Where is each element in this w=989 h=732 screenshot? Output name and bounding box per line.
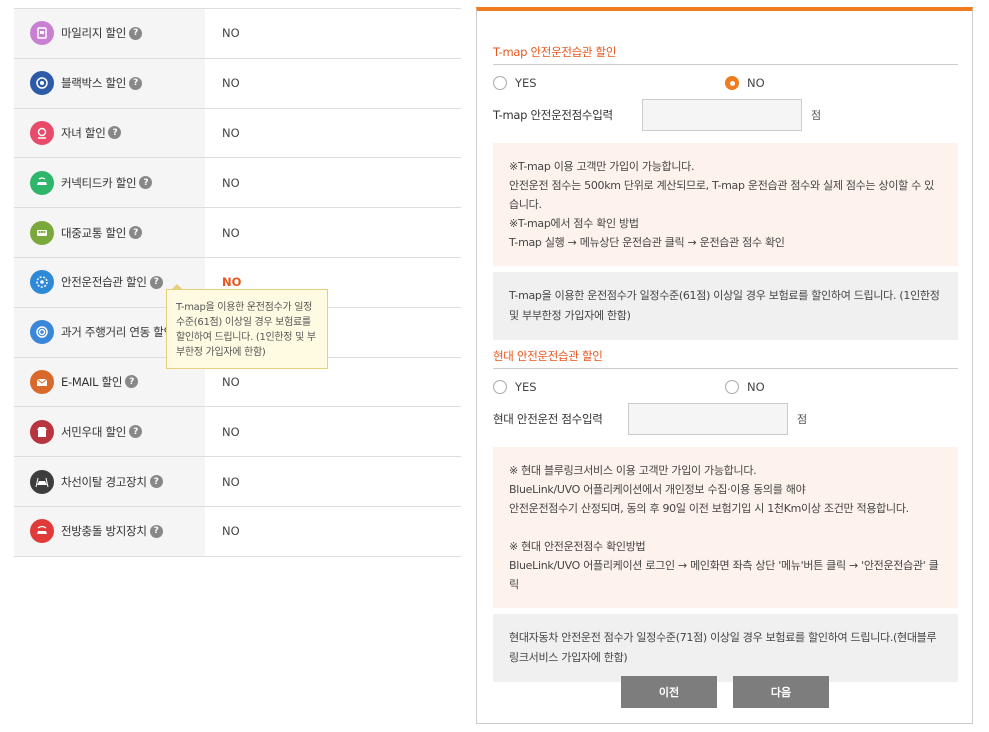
discount-value: NO (222, 26, 240, 41)
notice-line: BlueLink/UVO 어플리케이션에서 개인정보 수집·이용 동의를 해야 (509, 483, 806, 496)
discount-label: E-MAIL 할인 (61, 374, 123, 389)
discount-label: 블랙박스 할인 (61, 76, 127, 91)
collision-icon (30, 519, 54, 544)
notice-line: 안전운전점수기 산정되며, 동의 후 90일 이전 보험기입 시 1천Km이상 … (509, 502, 909, 515)
help-icon[interactable]: ? (125, 375, 139, 389)
hyundai-section-title: 현대 안전운전습관 할인 (493, 348, 958, 369)
hyundai-no-radio[interactable] (725, 380, 739, 394)
next-button[interactable]: 다음 (733, 676, 829, 708)
notice-line: ※T-map 이용 고객만 가입이 가능합니다. (509, 160, 695, 173)
discount-label-cell: 마일리지 할인? (14, 9, 205, 58)
safe-driving-icon (30, 270, 54, 295)
prev-button[interactable]: 이전 (621, 676, 717, 708)
discount-row: 서민우대 할인? NO (14, 407, 461, 458)
discount-label: 전방충돌 방지장치 (61, 524, 147, 539)
mileage-icon (30, 21, 54, 46)
tmap-score-row: T-map 안전운전점수입력 점 (493, 99, 821, 131)
discount-value: NO (222, 175, 240, 190)
discount-row: 블랙박스 할인? NO (14, 58, 461, 109)
tmap-score-unit: 점 (811, 109, 822, 122)
notice-line: 안전운전 점수는 500km 단위로 계산되므로, T-map 운전습관 점수와… (509, 179, 934, 211)
discount-value: NO (222, 225, 240, 240)
tmap-yes-option[interactable]: YES (493, 76, 537, 90)
discount-row: 전방충돌 방지장치? NO (14, 506, 461, 557)
notice-line: T-map 실행 → 메뉴상단 운전습관 클릭 → 운전습관 점수 확인 (509, 236, 785, 249)
blackbox-icon (30, 71, 54, 96)
hyundai-no-label: NO (747, 380, 765, 394)
discount-label-cell: 서민우대 할인? (14, 407, 205, 457)
discount-label-cell: 블랙박스 할인? (14, 58, 205, 108)
discount-row: 커넥티드카 할인? NO (14, 158, 461, 209)
notice-line (509, 518, 942, 537)
discount-label: 서민우대 할인 (61, 424, 127, 439)
help-icon[interactable]: ? (129, 26, 143, 40)
shop-icon (30, 419, 54, 444)
help-tooltip: T-map을 이용한 운전점수가 일정수준(61점) 이상일 경우 보험료를 할… (166, 289, 328, 369)
discount-label-cell: 대중교통 할인? (14, 208, 205, 257)
discount-detail-panel: T-map 안전운전습관 할인 YES NO T-map 안전운전점수입력 점 … (476, 7, 973, 724)
discount-label: 과거 주행거리 연동 할인 (61, 325, 174, 340)
discount-table: 마일리지 할인? NO 블랙박스 할인? NO 자녀 할인? NO 커넥티드카 할인? NO 대… (14, 8, 461, 557)
discount-label-cell: 전방충돌 방지장치? (14, 506, 205, 556)
tmap-section-title: T-map 안전운전습관 할인 (493, 44, 958, 65)
discount-value: NO (222, 474, 240, 489)
help-icon[interactable]: ? (149, 275, 163, 289)
tmap-info: T-map을 이용한 운전점수가 일정수준(61점) 이상일 경우 보험료를 할… (493, 272, 958, 340)
tmap-score-input[interactable] (642, 99, 802, 131)
bus-icon (30, 220, 54, 245)
discount-label-cell: 커넥티드카 할인? (14, 158, 205, 208)
help-icon[interactable]: ? (129, 425, 143, 439)
hyundai-yes-radio[interactable] (493, 380, 507, 394)
tmap-notice: ※T-map 이용 고객만 가입이 가능합니다. 안전운전 점수는 500km 단… (493, 143, 958, 266)
hyundai-score-input[interactable] (628, 403, 788, 435)
discount-label-cell: 차선이탈 경고장치? (14, 457, 205, 506)
discount-value: NO (222, 424, 240, 439)
hyundai-score-row: 현대 안전운전 점수입력 점 (493, 403, 807, 435)
hyundai-no-option[interactable]: NO (725, 380, 765, 394)
help-icon[interactable]: ? (129, 76, 143, 90)
discount-value: NO (222, 524, 240, 539)
discount-row: 자녀 할인? NO (14, 108, 461, 159)
notice-line: ※ 현대 안전운전점수 확인방법 (509, 540, 646, 553)
help-icon[interactable]: ? (149, 475, 163, 489)
tmap-yes-radio[interactable] (493, 76, 507, 90)
discount-row: 마일리지 할인? NO (14, 9, 461, 59)
notice-line: BlueLink/UVO 어플리케이션 로그인 → 메인화면 좌측 상단 '메뉴… (509, 559, 939, 591)
discount-label: 안전운전습관 할인 (61, 275, 147, 290)
tmap-no-radio[interactable] (725, 76, 739, 90)
discount-label: 자녀 할인 (61, 125, 106, 140)
tmap-no-option[interactable]: NO (725, 76, 765, 90)
hyundai-info: 현대자동차 안전운전 점수가 일정수준(71점) 이상일 경우 보험료를 할인하… (493, 614, 958, 682)
discount-value: NO (222, 125, 240, 140)
discount-label: 대중교통 할인 (61, 225, 127, 240)
discount-label-cell: 자녀 할인? (14, 108, 205, 158)
discount-row: 차선이탈 경고장치? NO (14, 457, 461, 507)
connected-car-icon (30, 170, 54, 195)
help-icon[interactable]: ? (139, 176, 153, 190)
help-icon[interactable]: ? (129, 226, 143, 240)
tmap-score-label: T-map 안전운전점수입력 (493, 108, 613, 122)
lane-departure-icon (30, 469, 54, 494)
tmap-no-label: NO (747, 76, 765, 90)
hyundai-yes-label: YES (515, 380, 537, 394)
help-icon[interactable]: ? (108, 126, 122, 140)
tmap-yes-label: YES (515, 76, 537, 90)
discount-label: 마일리지 할인 (61, 26, 127, 41)
discount-label: 차선이탈 경고장치 (61, 474, 147, 489)
discount-label: 커넥티드카 할인 (61, 175, 137, 190)
notice-line: ※T-map에서 점수 확인 방법 (509, 217, 639, 230)
child-icon (30, 120, 54, 145)
past-distance-icon (30, 320, 54, 345)
help-icon[interactable]: ? (149, 524, 163, 538)
hyundai-score-label: 현대 안전운전 점수입력 (493, 412, 603, 426)
notice-line: ※ 현대 블루링크서비스 이용 고객만 가입이 가능합니다. (509, 464, 757, 477)
hyundai-yes-option[interactable]: YES (493, 380, 537, 394)
discount-value: NO (222, 76, 240, 91)
email-icon (30, 369, 54, 394)
hyundai-score-unit: 점 (797, 413, 808, 426)
discount-row: 대중교통 할인? NO (14, 208, 461, 258)
hyundai-notice: ※ 현대 블루링크서비스 이용 고객만 가입이 가능합니다. BlueLink/U… (493, 447, 958, 608)
